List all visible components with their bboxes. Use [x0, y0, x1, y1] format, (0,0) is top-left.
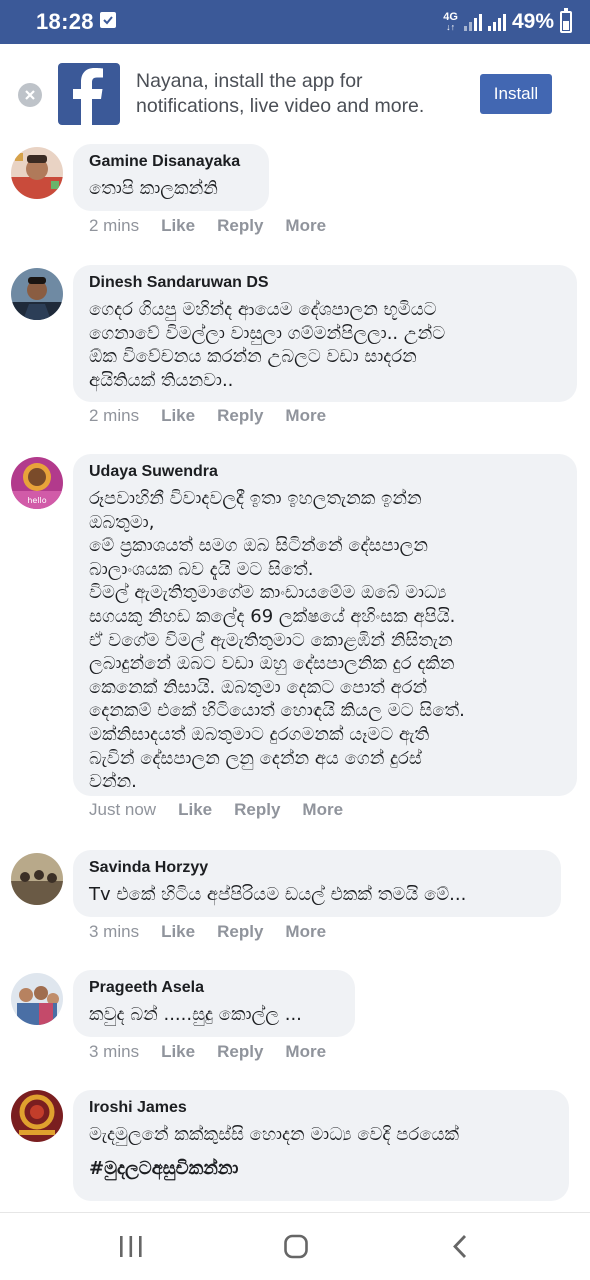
comment-actions: 2 mins Like Reply More — [89, 216, 326, 236]
battery-icon — [560, 8, 572, 33]
signal-2-icon — [487, 13, 506, 31]
more-button[interactable]: More — [285, 406, 326, 426]
comment-author[interactable]: Udaya Suwendra — [89, 462, 562, 482]
comment-bubble: Prageeth Asela කවුද බන් .....සුදු කොල්ල … — [73, 970, 355, 1037]
banner-message: Nayana, install the app for notification… — [136, 70, 425, 117]
install-app-banner: Nayana, install the app for notification… — [0, 44, 590, 144]
avatar-savinda-horzyy[interactable] — [11, 853, 63, 905]
comment-text: Tv එකේ හිටිය අප්පිරියම ඩයල් එකක් තමයි මේ… — [89, 884, 467, 905]
avatar-iroshi-james[interactable] — [11, 1090, 63, 1142]
comment-time[interactable]: 2 mins — [89, 216, 139, 236]
close-icon[interactable] — [18, 83, 42, 107]
reply-button[interactable]: Reply — [217, 406, 263, 426]
avatar-gamine-disanayaka[interactable] — [11, 147, 63, 199]
status-bar: 18:28 4G ↓↑ 49% — [0, 0, 590, 44]
comment-time[interactable]: 3 mins — [89, 922, 139, 942]
comment-text: ගෙදර ගියපු මහින්ද ආයෙම දේශපාලන භූමියට ගෙ… — [89, 299, 446, 391]
recent-apps-icon[interactable] — [111, 1231, 151, 1263]
more-button[interactable]: More — [285, 216, 326, 236]
comment-bubble: Iroshi James මැදමුලනේ කක්කුස්සි හොදන මාධ… — [73, 1090, 569, 1201]
reply-button[interactable]: Reply — [234, 800, 280, 820]
svg-text:hello: hello — [27, 496, 46, 505]
comment-hashtag-link[interactable]: #මුදලටඅසුචිකන්නා — [89, 1157, 554, 1181]
network-indicator: 4G ↓↑ — [443, 12, 458, 33]
comment-bubble: Savinda Horzyy Tv එකේ හිටිය අප්පිරියම ඩය… — [73, 850, 561, 917]
comment-actions: 2 mins Like Reply More — [89, 406, 326, 426]
install-button[interactable]: Install — [480, 74, 552, 114]
facebook-logo-icon — [58, 63, 120, 125]
avatar-dinesh-sandaruwan[interactable] — [11, 268, 63, 320]
comment-text: තොපි කාලකන්නි — [89, 178, 218, 199]
comment-author[interactable]: Prageeth Asela — [89, 978, 340, 998]
checkbox-notification-icon — [100, 12, 116, 28]
more-button[interactable]: More — [285, 1042, 326, 1062]
like-button[interactable]: Like — [161, 216, 195, 236]
reply-button[interactable]: Reply — [217, 216, 263, 236]
like-button[interactable]: Like — [161, 922, 195, 942]
like-button[interactable]: Like — [161, 406, 195, 426]
comment-author[interactable]: Gamine Disanayaka — [89, 152, 254, 172]
comment-author[interactable]: Savinda Horzyy — [89, 858, 546, 878]
system-navigation-bar — [0, 1212, 590, 1280]
avatar-prageeth-asela[interactable] — [11, 973, 63, 1025]
comment-bubble: Gamine Disanayaka තොපි කාලකන්නි — [73, 144, 269, 211]
avatar-udaya-suwendra[interactable]: hello — [11, 457, 63, 509]
comment-text: රූපවාහිනී විවාදවලදී ඉතා ඉහලතැනක ඉන්න ඔබත… — [89, 488, 465, 793]
comment-author[interactable]: Dinesh Sandaruwan DS — [89, 273, 562, 293]
like-button[interactable]: Like — [178, 800, 212, 820]
comment-bubble: Dinesh Sandaruwan DS ගෙදර ගියපු මහින්ද ආ… — [73, 265, 577, 402]
comment-author[interactable]: Iroshi James — [89, 1098, 554, 1118]
reply-button[interactable]: Reply — [217, 922, 263, 942]
more-button[interactable]: More — [285, 922, 326, 942]
comment-actions: 3 mins Like Reply More — [89, 922, 326, 942]
comment-time[interactable]: 2 mins — [89, 406, 139, 426]
comment-text: කවුද බන් .....සුදු කොල්ල ... — [89, 1004, 302, 1025]
comment-actions: 3 mins Like Reply More — [89, 1042, 326, 1062]
more-button[interactable]: More — [302, 800, 343, 820]
like-button[interactable]: Like — [161, 1042, 195, 1062]
reply-button[interactable]: Reply — [217, 1042, 263, 1062]
data-arrows-icon: ↓↑ — [446, 22, 456, 32]
back-icon[interactable] — [441, 1231, 481, 1263]
signal-1-icon — [463, 13, 482, 31]
comment-actions: Just now Like Reply More — [89, 800, 343, 820]
comment-bubble: Udaya Suwendra රූපවාහිනී විවාදවලදී ඉතා ඉ… — [73, 454, 577, 796]
comment-time[interactable]: 3 mins — [89, 1042, 139, 1062]
home-icon[interactable] — [276, 1231, 316, 1263]
comment-time[interactable]: Just now — [89, 800, 156, 820]
comment-text: මැදමුලනේ කක්කුස්සි හොදන මාධ්‍ය වෙදි පරයෙ… — [89, 1124, 460, 1145]
battery-percent: 49% — [511, 10, 554, 33]
status-time: 18:28 — [36, 9, 94, 34]
